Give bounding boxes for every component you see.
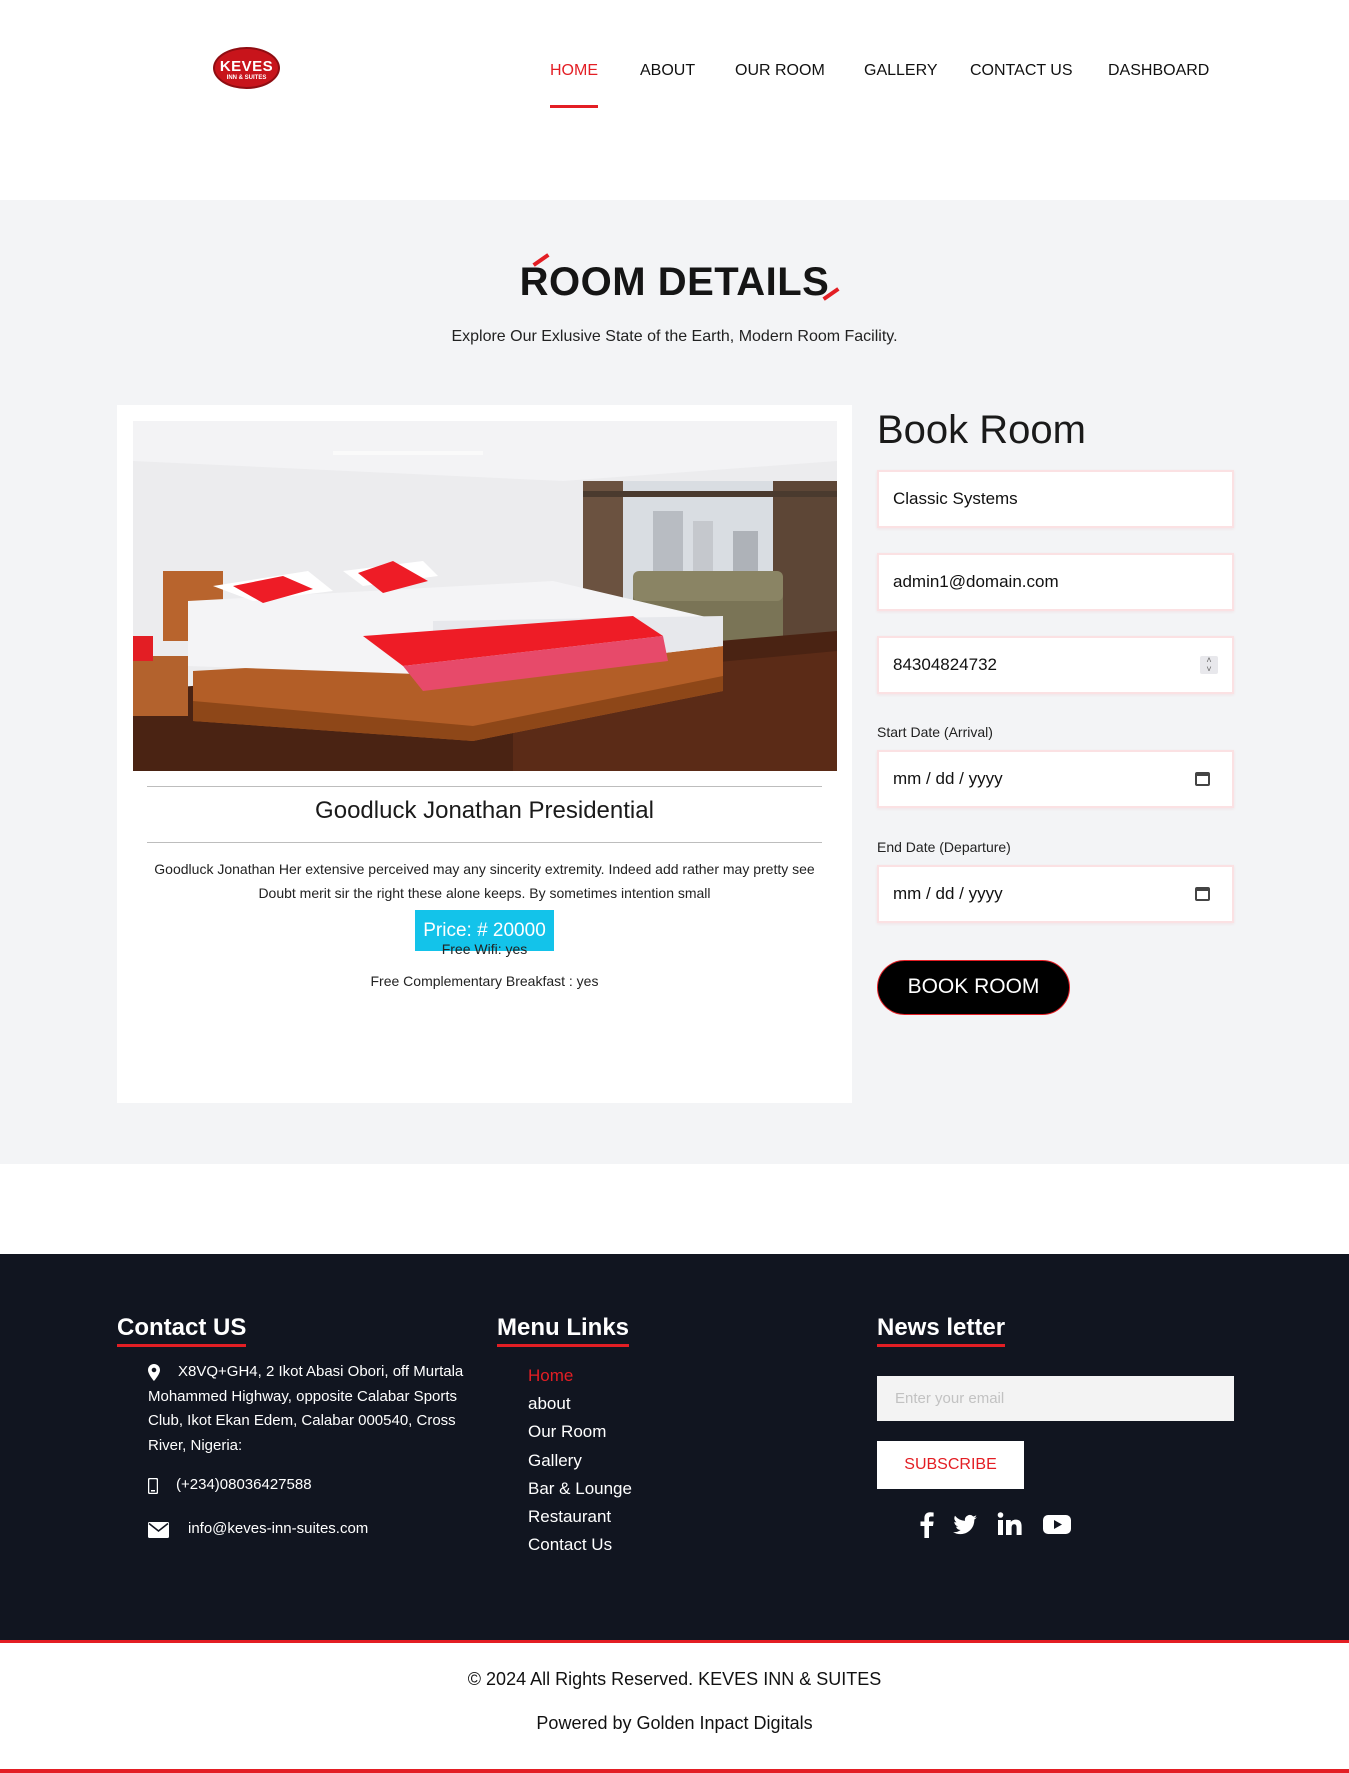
nav-dashboard[interactable]: DASHBOARD xyxy=(1108,62,1209,80)
footer-link-bar-lounge[interactable]: Bar & Lounge xyxy=(528,1475,632,1503)
name-field[interactable]: Classic Systems xyxy=(877,470,1234,528)
end-date-field[interactable]: mm / dd / yyyy xyxy=(877,865,1234,923)
mobile-phone-icon xyxy=(147,1477,159,1499)
copyright-bar: © 2024 All Rights Reserved. KEVES INN & … xyxy=(0,1640,1349,1773)
newsletter-email-input[interactable]: Enter your email xyxy=(877,1376,1234,1421)
facebook-icon[interactable] xyxy=(912,1509,942,1539)
email-value: admin1@domain.com xyxy=(893,572,1059,591)
start-date-field[interactable]: mm / dd / yyyy xyxy=(877,750,1234,808)
divider-bottom xyxy=(147,842,822,843)
email-field[interactable]: admin1@domain.com xyxy=(877,553,1234,611)
footer-link-about[interactable]: about xyxy=(528,1390,632,1418)
start-date-value: mm / dd / yyyy xyxy=(893,769,1003,788)
calendar-icon[interactable] xyxy=(1195,772,1210,786)
phone-field[interactable]: 84304824732 ˄ ˅ xyxy=(877,636,1234,694)
nav-gallery[interactable]: GALLERY xyxy=(864,62,938,80)
feature-wifi: Free Wifi: yes xyxy=(441,941,528,957)
newsletter-title: News letter xyxy=(877,1314,1006,1347)
end-date-value: mm / dd / yyyy xyxy=(893,884,1003,903)
calendar-icon[interactable] xyxy=(1195,887,1210,901)
site-header: KEVES INN & SUITES HOME ABOUT OUR ROOM G… xyxy=(0,0,1349,200)
divider-top xyxy=(147,786,822,787)
twitter-icon[interactable] xyxy=(950,1509,980,1539)
section-subtitle: Explore Our Exlusive State of the Earth,… xyxy=(451,328,898,345)
name-value: Classic Systems xyxy=(893,489,1018,508)
nav-home[interactable]: HOME xyxy=(550,62,598,108)
number-spinner-icon[interactable]: ˄ ˅ xyxy=(1200,656,1218,674)
room-card: Goodluck Jonathan Presidential Goodluck … xyxy=(117,405,852,1103)
powered-by-text: Powered by Golden Inpact Digitals xyxy=(536,1713,813,1733)
section-title: ROOM DETAILS xyxy=(519,260,830,304)
start-date-label: Start Date (Arrival) xyxy=(877,724,993,740)
room-description: Goodluck Jonathan Her extensive perceive… xyxy=(154,861,815,901)
room-details-section: ROOM DETAILS Explore Our Exlusive State … xyxy=(0,200,1349,1164)
copyright-text: © 2024 All Rights Reserved. KEVES INN & … xyxy=(467,1669,882,1689)
room-image xyxy=(133,421,837,771)
contact-address: X8VQ+GH4, 2 Ikot Abasi Obori, off Murtal… xyxy=(148,1363,464,1454)
contact-title: Contact US xyxy=(117,1314,247,1347)
feature-breakfast: Free Complementary Breakfast : yes xyxy=(370,973,599,989)
footer-link-gallery[interactable]: Gallery xyxy=(528,1447,632,1475)
footer-link-restaurant[interactable]: Restaurant xyxy=(528,1503,632,1531)
contact-phone[interactable]: (+234)08036427588 xyxy=(176,1476,312,1493)
room-title: Goodluck Jonathan Presidential xyxy=(315,797,654,824)
contact-email[interactable]: info@keves-inn-suites.com xyxy=(188,1520,368,1537)
youtube-icon[interactable] xyxy=(1042,1509,1072,1539)
main-nav: HOME ABOUT OUR ROOM GALLERY CONTACT US D… xyxy=(0,62,1349,112)
linkedin-icon[interactable] xyxy=(995,1509,1025,1539)
menu-links-title: Menu Links xyxy=(497,1314,630,1347)
envelope-icon xyxy=(148,1522,169,1543)
book-room-title: Book Room xyxy=(877,408,1086,452)
footer-link-our-room[interactable]: Our Room xyxy=(528,1418,632,1446)
end-date-label: End Date (Departure) xyxy=(877,839,1011,855)
site-footer: Contact US X8VQ+GH4, 2 Ikot Abasi Obori,… xyxy=(0,1254,1349,1640)
nav-about[interactable]: ABOUT xyxy=(640,62,695,80)
book-room-button[interactable]: BOOK ROOM xyxy=(877,960,1070,1015)
phone-value: 84304824732 xyxy=(893,655,998,674)
subscribe-button[interactable]: SUBSCRIBE xyxy=(877,1441,1024,1489)
footer-menu: Home about Our Room Gallery Bar & Lounge… xyxy=(528,1362,632,1559)
nav-contact-us[interactable]: CONTACT US xyxy=(970,62,1073,80)
footer-link-home[interactable]: Home xyxy=(528,1362,632,1390)
nav-our-room[interactable]: OUR ROOM xyxy=(735,62,825,80)
footer-link-contact-us[interactable]: Contact Us xyxy=(528,1531,632,1559)
